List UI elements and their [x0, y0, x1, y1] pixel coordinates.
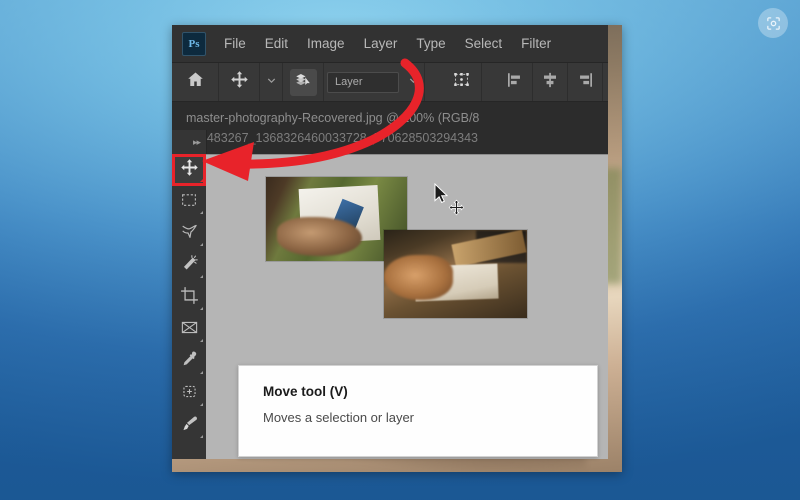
- menu-item-layer[interactable]: Layer: [364, 36, 398, 51]
- brush-icon: [180, 414, 199, 438]
- menu-item-edit[interactable]: Edit: [265, 36, 288, 51]
- document-title-bar: master-photography-Recovered.jpg @ 100% …: [172, 102, 608, 156]
- move-cursor-icon: [448, 199, 465, 221]
- tool-preset-dropdown[interactable]: [260, 63, 283, 101]
- tools-panel: ▸▸: [172, 130, 207, 459]
- screenshot-window: Ps File Edit Image Layer Type Select Fil…: [172, 25, 622, 472]
- auto-select-scope-select[interactable]: Layer: [327, 71, 399, 93]
- align-right-edges-button[interactable]: [568, 63, 603, 101]
- watermark-badge: [758, 8, 788, 38]
- sidebar-item-frame-tool[interactable]: [172, 314, 206, 346]
- tool-group-indicator: [200, 403, 203, 406]
- tooltip-description: Moves a selection or layer: [263, 410, 415, 425]
- layers-cursor-icon: [294, 71, 312, 94]
- sidebar-item-rectangular-marquee-tool[interactable]: [172, 186, 206, 218]
- home-icon: [186, 70, 205, 94]
- tool-group-indicator: [200, 371, 203, 374]
- photo2-hands: [384, 254, 453, 301]
- sidebar-item-crop-tool[interactable]: [172, 282, 206, 314]
- photoshop-logo-icon: Ps: [182, 31, 206, 56]
- transform-controls-icon: [452, 70, 471, 94]
- sidebar-item-eyedropper-tool[interactable]: [172, 346, 206, 378]
- document-subtitle: 103483267_1368326460033728_5706285032943…: [186, 131, 478, 145]
- move-tool-icon: [230, 70, 249, 94]
- align-left-edges-button[interactable]: [498, 63, 533, 101]
- mouse-cursor: [434, 182, 465, 216]
- sidebar-item-move-tool[interactable]: [172, 154, 206, 186]
- marquee-icon: [180, 191, 198, 214]
- sidebar-item-magic-wand-tool[interactable]: [172, 250, 206, 282]
- tooltip: Move tool (V) Moves a selection or layer: [238, 365, 598, 457]
- tool-group-indicator: [200, 435, 203, 438]
- move-tool-icon: [180, 158, 199, 182]
- auto-select-toggle[interactable]: [283, 63, 324, 101]
- list-item[interactable]: [384, 230, 527, 318]
- menu-item-filter[interactable]: Filter: [521, 36, 551, 51]
- chevron-down-icon: [266, 73, 277, 91]
- menu-bar: Ps File Edit Image Layer Type Select Fil…: [172, 25, 608, 63]
- auto-select-scope-caret[interactable]: [402, 63, 425, 101]
- tool-group-indicator: [200, 275, 203, 278]
- menu-item-select[interactable]: Select: [465, 36, 503, 51]
- document-title: master-photography-Recovered.jpg @ 100% …: [186, 111, 480, 125]
- tools-panel-expander[interactable]: ▸▸: [172, 130, 206, 154]
- menu-item-file[interactable]: File: [224, 36, 246, 51]
- sidebar-item-brush-tool[interactable]: [172, 410, 206, 442]
- home-button[interactable]: [172, 63, 219, 101]
- tooltip-title: Move tool (V): [263, 384, 348, 399]
- chevron-down-icon: [408, 73, 419, 91]
- align-horizontal-centers-icon: [541, 71, 559, 94]
- magic-wand-icon: [180, 254, 199, 278]
- align-right-edges-icon: [576, 71, 594, 94]
- sidebar-item-lasso-tool[interactable]: [172, 218, 206, 250]
- align-horizontal-centers-button[interactable]: [533, 63, 568, 101]
- eyedropper-icon: [180, 350, 199, 374]
- tool-group-indicator: [200, 307, 203, 310]
- show-transform-controls-button[interactable]: [441, 63, 482, 101]
- align-left-edges-icon: [506, 71, 524, 94]
- menu-item-image[interactable]: Image: [307, 36, 345, 51]
- frame-icon: [180, 318, 199, 342]
- double-chevron-right-icon: ▸▸: [192, 136, 201, 147]
- crop-icon: [180, 286, 199, 310]
- tool-group-indicator: [200, 211, 203, 214]
- tool-group-indicator: [200, 339, 203, 342]
- tool-group-indicator: [200, 243, 203, 246]
- photo1-hands: [277, 217, 362, 256]
- options-bar: Layer: [172, 63, 608, 102]
- lasso-icon: [180, 222, 199, 246]
- spot-healing-icon: [180, 382, 199, 406]
- menu-item-type[interactable]: Type: [416, 36, 445, 51]
- current-tool-button[interactable]: [219, 63, 260, 101]
- sidebar-item-spot-healing-brush-tool[interactable]: [172, 378, 206, 410]
- focus-frame-icon: [765, 15, 782, 32]
- tool-group-indicator: [200, 179, 203, 182]
